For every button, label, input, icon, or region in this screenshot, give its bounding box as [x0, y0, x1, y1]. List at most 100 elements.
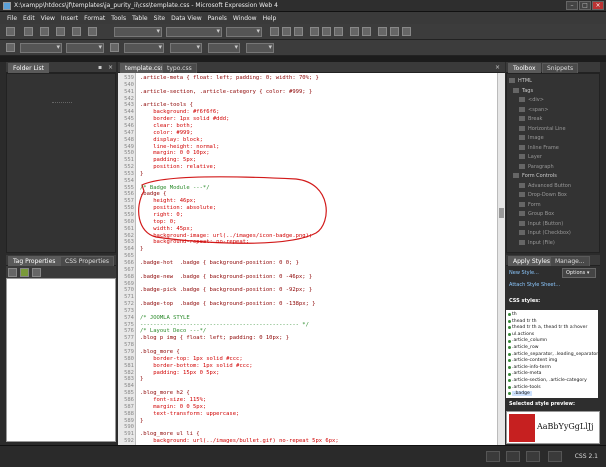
- toolbox-item[interactable]: Form Controls: [513, 173, 557, 179]
- menu-site[interactable]: Site: [151, 15, 169, 22]
- preview-icon[interactable]: [72, 27, 81, 36]
- status-button-2[interactable]: [506, 451, 520, 462]
- pin-icon[interactable]: ▪: [98, 64, 102, 71]
- target-rule-dropdown[interactable]: [20, 43, 62, 53]
- toolbox-item[interactable]: Image: [519, 135, 544, 141]
- style-list-item[interactable]: thead tr th a, thead tr th a:hover: [512, 325, 587, 330]
- zoom-dropdown[interactable]: [246, 43, 274, 53]
- style-list-item[interactable]: .article-meta: [512, 371, 541, 376]
- align-center-icon[interactable]: [322, 27, 331, 36]
- toolbox-item[interactable]: <div>: [519, 97, 544, 103]
- show-set-props-icon[interactable]: [32, 268, 41, 277]
- style-list-item[interactable]: .article_separator, .leading_separator: [512, 352, 598, 357]
- style-list-item[interactable]: .article-tools: [512, 385, 541, 390]
- scroll-thumb[interactable]: [499, 208, 504, 218]
- sort-alpha-icon[interactable]: [20, 268, 29, 277]
- menu-data-view[interactable]: Data View: [168, 15, 204, 22]
- menu-file[interactable]: File: [4, 15, 20, 22]
- style-icon[interactable]: [6, 43, 15, 52]
- style-list-item[interactable]: thead tr th: [512, 319, 537, 324]
- menu-panels[interactable]: Panels: [205, 15, 230, 22]
- tab-tag-properties[interactable]: Tag Properties: [8, 256, 61, 266]
- highlight-icon[interactable]: [390, 27, 399, 36]
- italic-icon[interactable]: [282, 27, 291, 36]
- sort-categories-icon[interactable]: [8, 268, 17, 277]
- menu-tools[interactable]: Tools: [108, 15, 129, 22]
- font-dropdown[interactable]: [166, 27, 222, 37]
- print-icon[interactable]: [56, 27, 65, 36]
- toolbox-item[interactable]: Layer: [519, 154, 542, 160]
- size-dropdown[interactable]: [226, 27, 262, 37]
- align-right-icon[interactable]: [334, 27, 343, 36]
- ruler-dropdown[interactable]: [208, 43, 240, 53]
- toolbox-item[interactable]: Advanced Button: [519, 182, 571, 189]
- css-styles-list[interactable]: th thead tr th thead tr th a, thead tr th …: [506, 310, 598, 398]
- editor-vertical-scrollbar[interactable]: [497, 73, 505, 445]
- style-list-item[interactable]: .article_column: [512, 338, 547, 343]
- menu-view[interactable]: View: [38, 15, 58, 22]
- style-list-item[interactable]: .badge: [512, 391, 532, 397]
- bold-icon[interactable]: [270, 27, 279, 36]
- menu-edit[interactable]: Edit: [20, 15, 38, 22]
- undo-icon[interactable]: [88, 27, 97, 36]
- toolbox-item[interactable]: Group Box: [519, 211, 554, 217]
- menu-window[interactable]: Window: [230, 15, 260, 22]
- underline-icon[interactable]: [294, 27, 303, 36]
- save-icon[interactable]: [40, 27, 49, 36]
- indent-icon[interactable]: [362, 27, 371, 36]
- border-icon[interactable]: [378, 27, 387, 36]
- menu-insert[interactable]: Insert: [58, 15, 81, 22]
- toolbox-item[interactable]: Form: [519, 201, 541, 208]
- tab-toolbox[interactable]: Toolbox: [508, 63, 541, 73]
- status-button-3[interactable]: [526, 451, 540, 462]
- position-dropdown[interactable]: [170, 43, 202, 53]
- close-document-icon[interactable]: ×: [495, 64, 500, 71]
- toolbox-item[interactable]: Input (File): [519, 239, 555, 246]
- align-left-icon[interactable]: [310, 27, 319, 36]
- close-button[interactable]: ×: [592, 1, 604, 10]
- tab-css-properties[interactable]: CSS Properties: [60, 256, 115, 266]
- menu-help[interactable]: Help: [260, 15, 280, 22]
- class-dropdown[interactable]: [66, 43, 104, 53]
- code-view[interactable]: .article-meta { float: left; padding: 0;…: [136, 73, 504, 445]
- toolbox-item[interactable]: Break: [519, 116, 542, 122]
- maximize-button[interactable]: □: [579, 1, 591, 10]
- new-style-link[interactable]: New Style...: [509, 270, 539, 276]
- close-panel-icon[interactable]: ×: [108, 64, 113, 71]
- status-button-4[interactable]: [548, 451, 562, 462]
- toolbox-item[interactable]: Inline Frame: [519, 144, 559, 151]
- font-color-icon[interactable]: [402, 27, 411, 36]
- toolbox-item[interactable]: Paragraph: [519, 163, 554, 170]
- css-version[interactable]: CSS 2.1: [575, 453, 598, 460]
- style-list-item[interactable]: .article-info-term: [512, 365, 551, 370]
- toolbox-item[interactable]: Input (Button): [519, 220, 563, 227]
- style-list-item[interactable]: .article_row: [512, 345, 539, 350]
- tab-folder-list[interactable]: Folder List: [8, 63, 49, 73]
- toolbox-item[interactable]: HTML: [509, 78, 532, 84]
- tab-snippets[interactable]: Snippets: [542, 63, 579, 73]
- list-icon[interactable]: [350, 27, 359, 36]
- style-list-item[interactable]: th: [512, 312, 517, 317]
- status-button-1[interactable]: [486, 451, 500, 462]
- menu-format[interactable]: Format: [81, 15, 108, 22]
- style-list-item[interactable]: .article-section, .article-category: [512, 378, 587, 383]
- toolbox-item[interactable]: Horizontal Line: [519, 125, 566, 132]
- new-style-icon[interactable]: [110, 43, 119, 52]
- id-dropdown[interactable]: [124, 43, 164, 53]
- splitter-grip[interactable]: [52, 102, 72, 105]
- open-icon[interactable]: [24, 27, 33, 36]
- toolbox-item[interactable]: <span>: [519, 106, 548, 113]
- options-dropdown[interactable]: Options ▾: [562, 268, 596, 278]
- minimize-button[interactable]: –: [566, 1, 578, 10]
- style-list-item[interactable]: ul.actions: [512, 332, 534, 337]
- tab-apply-styles[interactable]: Apply Styles: [508, 256, 556, 266]
- toolbox-item[interactable]: Drop-Down Box: [519, 192, 567, 198]
- tab-typo-css[interactable]: typo.css: [162, 63, 197, 73]
- toolbox-item[interactable]: Tags: [513, 87, 533, 94]
- attach-style-sheet-link[interactable]: Attach Style Sheet...: [509, 282, 560, 288]
- menu-table[interactable]: Table: [129, 15, 151, 22]
- style-dropdown[interactable]: [114, 27, 162, 37]
- toolbox-item[interactable]: Input (Checkbox): [519, 230, 571, 236]
- tab-manage-styles[interactable]: Manage...: [550, 256, 590, 266]
- style-list-item[interactable]: .article-content img: [512, 358, 557, 363]
